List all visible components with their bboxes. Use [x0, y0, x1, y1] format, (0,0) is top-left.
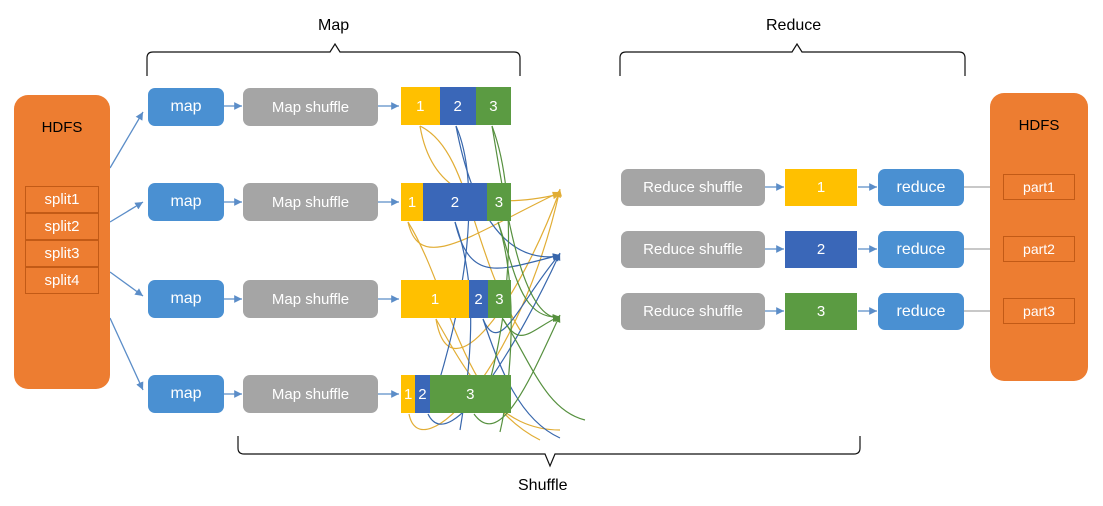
partition-3-row-3[interactable]: 3: [487, 280, 511, 318]
partition-1-row-4[interactable]: 1: [401, 375, 416, 413]
map-node-2[interactable]: map: [148, 183, 224, 221]
diagram-canvas: Map Reduce Shuffle HDFS split1 split2 sp…: [0, 0, 1103, 506]
split-list: split1 split2 split3 split4: [25, 186, 99, 294]
partition-3-row-1[interactable]: 3: [475, 87, 511, 125]
partition-2-row-2[interactable]: 2: [423, 183, 487, 221]
reduce-shuffle-node-2[interactable]: Reduce shuffle: [621, 231, 765, 268]
bracket-label-map: Map: [318, 17, 350, 34]
partition-2-row-1[interactable]: 2: [439, 87, 476, 125]
partition-3-row-2[interactable]: 3: [486, 183, 511, 221]
map-node-3[interactable]: map: [148, 280, 224, 318]
map-partitions-row-4: 1 2 3: [401, 375, 511, 413]
reduce-node-2[interactable]: reduce: [878, 231, 964, 268]
partition-3-row-4[interactable]: 3: [429, 375, 511, 413]
hdfs-to-map-arrows: [109, 111, 144, 391]
reduce-shuffle-node-3[interactable]: Reduce shuffle: [621, 293, 765, 330]
map-partitions-row-2: 1 2 3: [401, 183, 511, 221]
output-hdfs-title: HDFS: [1018, 117, 1060, 134]
partition-2-row-4[interactable]: 2: [415, 375, 430, 413]
map-shuffle-node-4[interactable]: Map shuffle: [243, 375, 378, 413]
partition-1-row-1[interactable]: 1: [401, 87, 440, 125]
map-to-mapshuffle-arrows: [224, 102, 242, 398]
partition-1-row-2[interactable]: 1: [401, 183, 423, 221]
map-shuffle-node-3[interactable]: Map shuffle: [243, 280, 378, 318]
bracket-map: [146, 42, 521, 76]
part-item-3[interactable]: part3: [1003, 298, 1075, 324]
bracket-shuffle: [237, 436, 861, 468]
reduceshuffle-to-block-arrows: [765, 183, 784, 315]
map-partitions-row-3: 1 2 3: [401, 280, 511, 318]
mapshuffle-to-partitions-arrows: [378, 102, 399, 398]
split-item-2[interactable]: split2: [25, 213, 99, 240]
reduce-input-block-2[interactable]: 2: [785, 231, 857, 268]
map-node-1[interactable]: map: [148, 88, 224, 126]
block-to-reduce-arrows: [858, 183, 877, 315]
map-partitions-row-1: 1 2 3: [401, 87, 511, 125]
partition-1-row-3[interactable]: 1: [401, 280, 470, 318]
reduce-shuffle-node-1[interactable]: Reduce shuffle: [621, 169, 765, 206]
split-item-1[interactable]: split1: [25, 186, 99, 213]
reduce-node-3[interactable]: reduce: [878, 293, 964, 330]
source-hdfs-title: HDFS: [41, 119, 83, 136]
bracket-reduce: [619, 42, 966, 76]
part-item-1[interactable]: part1: [1003, 174, 1075, 200]
reduce-input-block-1[interactable]: 1: [785, 169, 857, 206]
reduce-input-block-3[interactable]: 3: [785, 293, 857, 330]
split-item-3[interactable]: split3: [25, 240, 99, 267]
map-node-4[interactable]: map: [148, 375, 224, 413]
split-item-4[interactable]: split4: [25, 267, 99, 294]
reduce-node-1[interactable]: reduce: [878, 169, 964, 206]
bracket-label-shuffle: Shuffle: [518, 477, 568, 494]
bracket-label-reduce: Reduce: [766, 17, 822, 34]
map-shuffle-node-2[interactable]: Map shuffle: [243, 183, 378, 221]
partition-2-row-3[interactable]: 2: [469, 280, 488, 318]
map-shuffle-node-1[interactable]: Map shuffle: [243, 88, 378, 126]
part-item-2[interactable]: part2: [1003, 236, 1075, 262]
